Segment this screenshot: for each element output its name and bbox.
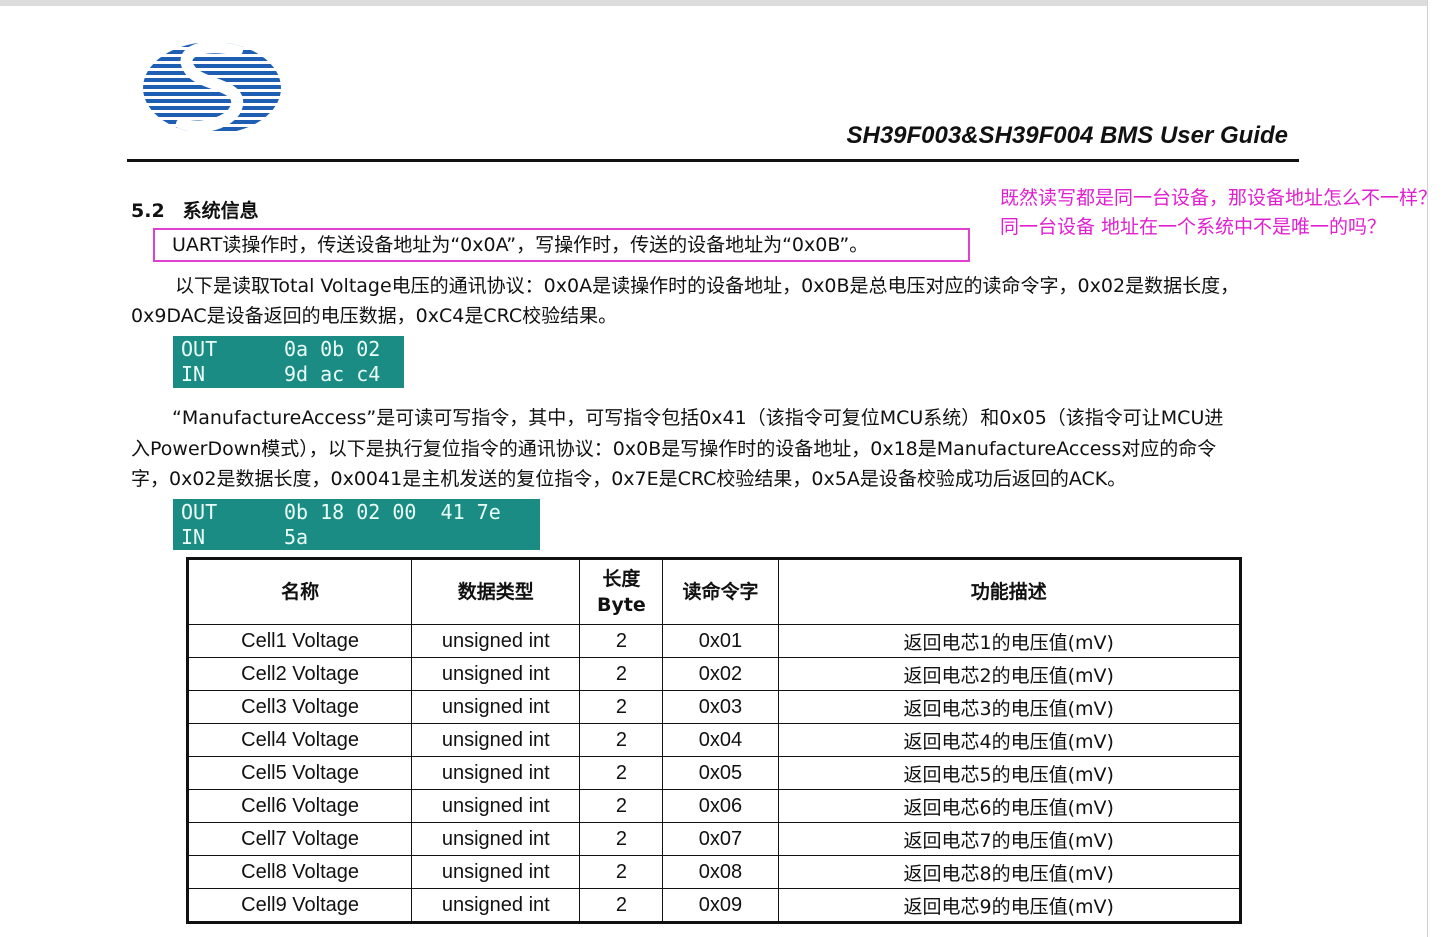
table-row: Cell5 Voltage unsigned int 2 0x05 返回电芯5的电压值(… [186, 756, 1242, 790]
cell-type: unsigned int [411, 822, 581, 856]
cell-length: 2 [579, 723, 664, 757]
cell-command: 0x02 [662, 657, 779, 691]
document-title: SH39F003&SH39F004 BMS User Guide [846, 122, 1288, 149]
cell-command: 0x05 [662, 756, 779, 790]
cell-command: 0x09 [662, 888, 779, 923]
cell-command: 0x06 [662, 789, 779, 823]
table-row: Cell3 Voltage unsigned int 2 0x03 返回电芯3的电压值(… [186, 690, 1242, 724]
read-protocol-line2: 0x9DAC是设备返回的电压数据，0xC4是CRC校验结果。 [131, 305, 618, 327]
table-row: Cell7 Voltage unsigned int 2 0x07 返回电芯7的电压值(… [186, 822, 1242, 856]
section-title: 系统信息 [182, 200, 259, 222]
cell-description: 返回电芯5的电压值(mV) [777, 756, 1242, 790]
command-table: 名称 数据类型 长度 Byte 读命令字 功能描述 Cell1 Voltage un… [186, 557, 1242, 924]
cell-length: 2 [579, 690, 664, 724]
cell-length: 2 [579, 888, 664, 923]
cell-name: Cell7 Voltage [186, 822, 413, 856]
cell-description: 返回电芯2的电压值(mV) [777, 657, 1242, 691]
table-row: Cell2 Voltage unsigned int 2 0x02 返回电芯2的电压值(… [186, 657, 1242, 691]
write-protocol-terminal: OUT 0b 18 02 00 41 7e IN 5a [173, 499, 540, 550]
sinowealth-s-logo-icon [143, 42, 281, 134]
cell-type: unsigned int [411, 855, 581, 889]
table-header-row: 名称 数据类型 长度 Byte 读命令字 功能描述 [186, 558, 1242, 625]
cell-description: 返回电芯9的电压值(mV) [777, 888, 1242, 923]
read-protocol-terminal: OUT 0a 0b 02 IN 9d ac c4 [173, 336, 404, 388]
cell-name: Cell3 Voltage [186, 690, 413, 724]
header-name: 名称 [186, 558, 413, 625]
section-number: 5.2 [131, 200, 165, 222]
cell-name: Cell5 Voltage [186, 756, 413, 790]
cell-length: 2 [579, 657, 664, 691]
cell-length: 2 [579, 822, 664, 856]
out-bytes: 0b 18 02 00 41 7e [284, 500, 501, 524]
viewer-top-bar [0, 0, 1449, 6]
cell-description: 返回电芯3的电压值(mV) [777, 690, 1242, 724]
in-label: IN [181, 362, 206, 386]
in-bytes: 5a [284, 525, 309, 549]
in-bytes: 9d ac c4 [284, 362, 381, 386]
header-type: 数据类型 [411, 558, 581, 625]
cell-type: unsigned int [411, 624, 581, 658]
out-label: OUT [181, 500, 218, 524]
cell-description: 返回电芯1的电压值(mV) [777, 624, 1242, 658]
header-length-line2: Byte [596, 594, 646, 616]
out-bytes: 0a 0b 02 [284, 337, 381, 361]
cell-description: 返回电芯6的电压值(mV) [777, 789, 1242, 823]
page-right-margin [1427, 0, 1449, 937]
cell-name: Cell1 Voltage [186, 624, 413, 658]
cell-command: 0x01 [662, 624, 779, 658]
header-command: 读命令字 [662, 558, 779, 625]
mfg-access-line3: 字，0x02是数据长度，0x0041是主机发送的复位指令，0x7E是CRC校验结… [131, 468, 1127, 490]
cell-length: 2 [579, 855, 664, 889]
cell-name: Cell6 Voltage [186, 789, 413, 823]
header-description: 功能描述 [777, 558, 1242, 625]
mfg-access-line2: 入PowerDown模式），以下是执行复位指令的通讯协议：0x0B是写操作时的设… [131, 438, 1217, 460]
in-label: IN [181, 525, 206, 549]
read-protocol-line1: 以下是读取Total Voltage电压的通讯协议：0x0A是读操作时的设备地址… [175, 275, 1240, 297]
cell-name: Cell9 Voltage [186, 888, 413, 923]
cell-type: unsigned int [411, 756, 581, 790]
cell-command: 0x08 [662, 855, 779, 889]
cell-name: Cell2 Voltage [186, 657, 413, 691]
table-row: Cell4 Voltage unsigned int 2 0x04 返回电芯4的电压值(… [186, 723, 1242, 757]
uart-note: UART读操作时，传送设备地址为“0x0A”，写操作时，传送的设备地址为“0x0… [172, 234, 869, 256]
cell-length: 2 [579, 624, 664, 658]
cell-command: 0x07 [662, 822, 779, 856]
cell-command: 0x04 [662, 723, 779, 757]
cell-length: 2 [579, 756, 664, 790]
cell-description: 返回电芯8的电压值(mV) [777, 855, 1242, 889]
table-row: Cell6 Voltage unsigned int 2 0x06 返回电芯6的电压值(… [186, 789, 1242, 823]
header-divider [127, 159, 1299, 162]
table-row: Cell8 Voltage unsigned int 2 0x08 返回电芯8的电压值(… [186, 855, 1242, 889]
header-length: 长度 Byte [579, 558, 664, 625]
cell-type: unsigned int [411, 690, 581, 724]
cell-name: Cell4 Voltage [186, 723, 413, 757]
section-heading: 5.2 系统信息 [131, 196, 259, 223]
cell-description: 返回电芯7的电压值(mV) [777, 822, 1242, 856]
cell-type: unsigned int [411, 657, 581, 691]
cell-type: unsigned int [411, 789, 581, 823]
table-row: Cell1 Voltage unsigned int 2 0x01 返回电芯1的电压值(… [186, 624, 1242, 658]
comment-annotation[interactable]: 既然读写都是同一台设备，那设备地址怎么不一样？同一台设备 地址在一个系统中不是唯… [1000, 184, 1442, 241]
out-label: OUT [181, 337, 218, 361]
header-length-line1: 长度 [602, 568, 641, 590]
mfg-access-line1: “ManufactureAccess”是可读可写指令，其中，可写指令包括0x41… [172, 407, 1224, 429]
cell-length: 2 [579, 789, 664, 823]
cell-type: unsigned int [411, 723, 581, 757]
cell-description: 返回电芯4的电压值(mV) [777, 723, 1242, 757]
cell-name: Cell8 Voltage [186, 855, 413, 889]
table-row: Cell9 Voltage unsigned int 2 0x09 返回电芯9的电压值(… [186, 888, 1242, 923]
cell-command: 0x03 [662, 690, 779, 724]
cell-type: unsigned int [411, 888, 581, 923]
